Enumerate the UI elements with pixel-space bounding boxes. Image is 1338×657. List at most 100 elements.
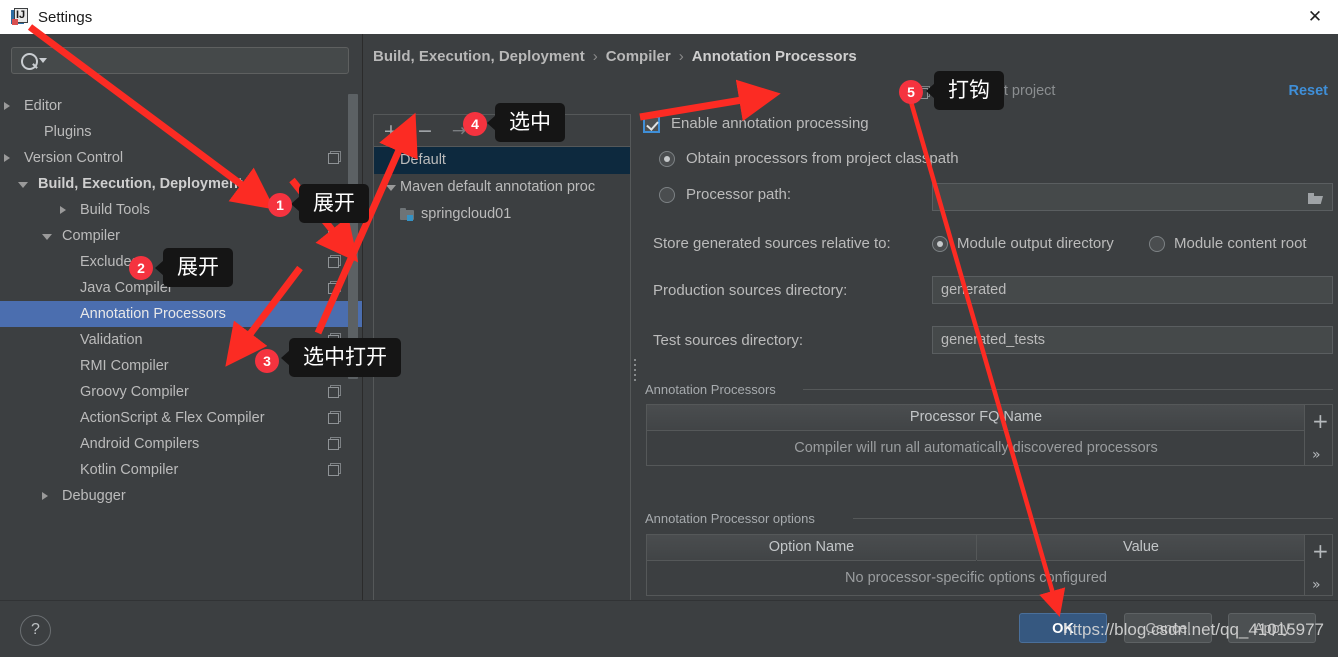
chevron-right-icon[interactable]	[4, 154, 10, 162]
profile-row-label: Maven default annotation proc	[400, 179, 596, 195]
chevron-right-icon[interactable]	[4, 102, 10, 110]
window-title: Settings	[38, 8, 93, 26]
sidebar-item-debugger[interactable]: Debugger	[0, 483, 362, 509]
sidebar-item-label: Build Tools	[80, 202, 150, 218]
module-icon	[400, 208, 415, 221]
module-content-root-radio[interactable]	[1149, 236, 1165, 252]
sidebar-item-editor[interactable]: Editor	[0, 93, 362, 119]
breadcrumb: Build, Execution, Deployment › Compiler › An…	[373, 48, 857, 65]
sidebar-item-compiler[interactable]: Compiler	[0, 223, 362, 249]
chevron-down-icon[interactable]	[39, 58, 47, 63]
profile-row-label: Default	[400, 152, 446, 168]
settings-sidebar: Editor Plugins Version Control Build, Execu…	[0, 34, 363, 600]
sidebar-item-label: Editor	[24, 98, 62, 114]
test-sources-input[interactable]: generated_tests	[932, 326, 1333, 354]
help-button[interactable]: ?	[20, 615, 51, 646]
enable-annotation-processing-label: Enable annotation processing	[671, 115, 869, 132]
production-sources-input[interactable]: generated	[932, 276, 1333, 304]
intellij-idea-icon: IJ	[11, 8, 29, 26]
copy-settings-icon[interactable]	[328, 463, 341, 476]
sidebar-item-label: Build, Execution, Deployment	[38, 176, 243, 192]
obtain-processors-radio[interactable]	[659, 151, 675, 167]
sidebar-item-label: RMI Compiler	[80, 358, 169, 374]
reset-link[interactable]: Reset	[1289, 83, 1329, 99]
options-table-header-name[interactable]: Option Name	[647, 535, 976, 561]
annotation-callout: 选中打开	[281, 338, 401, 377]
chevron-right-icon[interactable]	[60, 206, 66, 214]
copy-settings-icon[interactable]	[328, 411, 341, 424]
add-option-button[interactable]: +	[1312, 539, 1329, 563]
sidebar-item-annotation-processors[interactable]: Annotation Processors	[0, 301, 362, 327]
processors-table-empty-text: Compiler will run all automatically disc…	[794, 440, 1158, 456]
remove-profile-button[interactable]: −	[408, 120, 442, 142]
sidebar-item-label: Version Control	[24, 150, 124, 166]
sidebar-item-actionscript-flex-compiler[interactable]: ActionScript & Flex Compiler	[0, 405, 362, 431]
module-output-directory-radio[interactable]	[932, 236, 948, 252]
processors-group-rule	[803, 389, 1333, 390]
breadcrumb-part-2[interactable]: Compiler	[606, 48, 671, 65]
search-input[interactable]	[11, 47, 349, 74]
options-group-rule	[853, 518, 1333, 519]
chevron-down-icon[interactable]	[18, 182, 28, 188]
annotation-callout: 打钩	[926, 71, 1004, 110]
profile-row[interactable]: springcloud01	[374, 201, 630, 228]
profile-row[interactable]: Maven default annotation proc	[374, 174, 630, 201]
chevron-right-icon[interactable]	[42, 492, 48, 500]
sidebar-item-label: Plugins	[44, 124, 92, 140]
store-relative-label: Store generated sources relative to:	[653, 235, 891, 252]
processor-path-input[interactable]	[932, 183, 1333, 211]
processors-table-side-buttons: + »	[1304, 405, 1332, 465]
copy-settings-icon[interactable]	[328, 151, 341, 164]
obtain-processors-label: Obtain processors from project classpath	[686, 150, 959, 167]
test-sources-label: Test sources directory:	[653, 332, 804, 349]
processor-path-radio[interactable]	[659, 187, 675, 203]
processors-table-header[interactable]: Processor FQ Name	[647, 405, 1305, 431]
annotation-badge-4: 4	[463, 112, 487, 136]
breadcrumb-separator-2: ›	[678, 48, 684, 65]
sidebar-item-android-compilers[interactable]: Android Compilers	[0, 431, 362, 457]
enable-annotation-processing-checkbox[interactable]	[643, 116, 660, 133]
processor-path-browse-icon[interactable]	[1308, 191, 1323, 209]
sidebar-scrollbar[interactable]	[348, 94, 358, 434]
copy-settings-icon[interactable]	[328, 255, 341, 268]
options-group-title: Annotation Processor options	[645, 511, 821, 526]
processors-group-title: Annotation Processors	[645, 382, 782, 397]
options-table-header-value[interactable]: Value	[977, 535, 1305, 561]
options-table-column-separator[interactable]	[976, 535, 977, 560]
window-title-bar: IJ Settings ✕	[0, 0, 1338, 35]
sidebar-item-plugins[interactable]: Plugins	[0, 119, 362, 145]
sidebar-item-label: Kotlin Compiler	[80, 462, 179, 478]
copy-settings-icon[interactable]	[328, 281, 341, 294]
profile-row[interactable]: Default	[374, 147, 630, 174]
production-sources-label: Production sources directory:	[653, 282, 848, 299]
processors-table: Processor FQ Name Compiler will run all …	[646, 404, 1333, 466]
sidebar-item-groovy-compiler[interactable]: Groovy Compiler	[0, 379, 362, 405]
expand-options-button[interactable]: »	[1312, 577, 1321, 593]
copy-settings-icon[interactable]	[328, 385, 341, 398]
sidebar-item-label: Validation	[80, 332, 143, 348]
add-processor-button[interactable]: +	[1312, 409, 1329, 433]
breadcrumb-part-1[interactable]: Build, Execution, Deployment	[373, 48, 585, 65]
expand-processors-button[interactable]: »	[1312, 447, 1321, 463]
profiles-tree[interactable]: Default Maven default annotation proc spri…	[374, 147, 630, 587]
module-output-directory-label: Module output directory	[957, 235, 1114, 252]
chevron-down-icon[interactable]	[386, 185, 396, 191]
sidebar-item-label: Annotation Processors	[80, 306, 226, 322]
sidebar-item-label: Java Compiler	[80, 280, 173, 296]
breadcrumb-separator-1: ›	[592, 48, 598, 65]
chevron-down-icon[interactable]	[42, 234, 52, 240]
close-icon[interactable]: ✕	[1292, 0, 1338, 33]
copy-settings-icon[interactable]	[328, 437, 341, 450]
annotation-badge-1: 1	[268, 193, 292, 217]
sidebar-item-version-control[interactable]: Version Control	[0, 145, 362, 171]
annotation-badge-3: 3	[255, 349, 279, 373]
panel-splitter-handle[interactable]	[631, 356, 638, 386]
copy-settings-icon[interactable]	[328, 229, 341, 242]
annotation-callout: 展开	[155, 248, 233, 287]
annotation-callout: 选中	[487, 103, 565, 142]
sidebar-scrollbar-thumb[interactable]	[348, 94, 358, 379]
sidebar-item-kotlin-compiler[interactable]: Kotlin Compiler	[0, 457, 362, 483]
options-table-side-buttons: + »	[1304, 535, 1332, 595]
add-profile-button[interactable]: +	[374, 120, 408, 142]
annotation-callout: 展开	[291, 184, 369, 223]
